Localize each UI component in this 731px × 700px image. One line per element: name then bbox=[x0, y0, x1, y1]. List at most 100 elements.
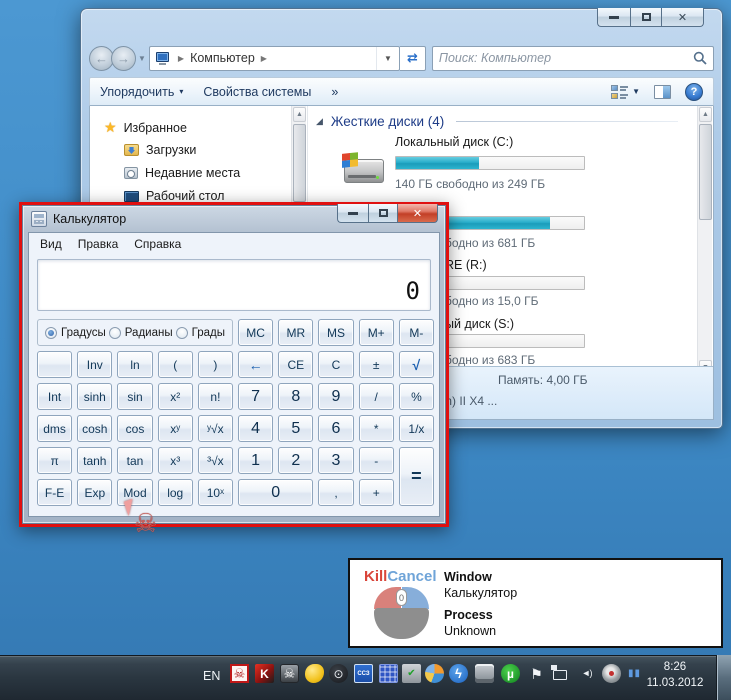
calc-key-mod[interactable]: Mod bbox=[117, 479, 153, 506]
drive-name[interactable]: RE (R:) bbox=[445, 258, 487, 272]
calc-key-add[interactable]: + bbox=[358, 479, 394, 506]
drive-c-icon[interactable] bbox=[342, 152, 386, 189]
breadcrumb-separator-icon[interactable]: ▶ bbox=[261, 54, 267, 63]
calc-key-mplus[interactable]: M+ bbox=[358, 319, 394, 346]
sidebar-item-desktop[interactable]: Рабочий стол bbox=[124, 189, 224, 203]
menu-help[interactable]: Справка bbox=[126, 235, 189, 253]
menu-edit[interactable]: Правка bbox=[70, 235, 127, 253]
address-dropdown-icon[interactable]: ▼ bbox=[376, 46, 399, 70]
sidebar-item-favorites[interactable]: ★ Избранное bbox=[104, 119, 187, 136]
calc-key-2[interactable]: 2 bbox=[278, 447, 314, 474]
cc3-tray-icon[interactable]: ССЗ bbox=[354, 664, 373, 683]
calc-key-reciprocal[interactable]: 1/x bbox=[398, 415, 434, 442]
radio-radians[interactable]: Радианы bbox=[108, 326, 173, 339]
content-scrollbar[interactable]: ▲ ▼ bbox=[697, 106, 712, 376]
breadcrumb[interactable]: Компьютер bbox=[190, 51, 255, 65]
calc-key-1[interactable]: 1 bbox=[238, 447, 274, 474]
calc-key-tenpow[interactable]: 10ˣ bbox=[197, 479, 233, 506]
calc-key-pi[interactable]: π bbox=[37, 447, 73, 474]
maximize-button[interactable] bbox=[368, 204, 397, 223]
calc-key-mminus[interactable]: M- bbox=[398, 319, 434, 346]
calc-key-sqrt[interactable]: √ bbox=[398, 351, 434, 378]
forward-button[interactable]: → bbox=[111, 45, 136, 71]
calc-key-4[interactable]: 4 bbox=[238, 415, 274, 442]
calc-key-subtract[interactable]: - bbox=[358, 447, 394, 474]
calc-key-c[interactable]: C bbox=[318, 351, 354, 378]
maximize-button[interactable] bbox=[630, 8, 661, 27]
menu-view[interactable]: Вид bbox=[32, 235, 70, 253]
sidebar-item-recent-places[interactable]: Недавние места bbox=[124, 166, 240, 180]
calc-key-7[interactable]: 7 bbox=[238, 383, 274, 410]
calc-key-divide[interactable]: / bbox=[358, 383, 394, 410]
toolbar-overflow-button[interactable]: » bbox=[321, 85, 348, 99]
lightning-tray-icon[interactable]: ϟ bbox=[449, 664, 468, 683]
system-properties-button[interactable]: Свойства системы bbox=[193, 85, 321, 99]
calc-key-mc[interactable]: MC bbox=[238, 319, 274, 346]
scroll-up-icon[interactable]: ▲ bbox=[293, 107, 306, 122]
calc-key-cos[interactable]: cos bbox=[117, 415, 153, 442]
calc-key-blank[interactable] bbox=[37, 351, 73, 378]
calc-key-dms[interactable]: dms bbox=[37, 415, 73, 442]
collapse-group-icon[interactable]: ◢ bbox=[316, 116, 323, 127]
calc-key-multiply[interactable]: * bbox=[358, 415, 394, 442]
radio-degrees[interactable]: Градусы bbox=[45, 326, 106, 339]
calc-key-exp[interactable]: Exp bbox=[77, 479, 113, 506]
calc-key-cosh[interactable]: cosh bbox=[77, 415, 113, 442]
volume-tray-icon[interactable]: ◄) bbox=[577, 664, 596, 683]
calc-key-9[interactable]: 9 bbox=[318, 383, 354, 410]
help-button[interactable]: ? bbox=[685, 82, 703, 101]
scroll-up-icon[interactable]: ▲ bbox=[699, 107, 712, 122]
calc-key-5[interactable]: 5 bbox=[278, 415, 314, 442]
show-desktop-button[interactable] bbox=[716, 655, 731, 700]
calc-key-open-paren[interactable]: ( bbox=[157, 351, 193, 378]
calc-key-tanh[interactable]: tanh bbox=[77, 447, 113, 474]
calc-key-tan[interactable]: tan bbox=[117, 447, 153, 474]
action-center-tray-icon[interactable]: ⚑ bbox=[527, 664, 546, 683]
calc-key-yroot[interactable]: ʸ√x bbox=[197, 415, 233, 442]
calc-key-negate[interactable]: ± bbox=[358, 351, 394, 378]
grid-app-tray-icon[interactable] bbox=[379, 664, 398, 683]
calc-key-cbrt[interactable]: ³√x bbox=[197, 447, 233, 474]
calc-key-equals[interactable]: = bbox=[398, 447, 434, 506]
calc-key-decimal[interactable]: , bbox=[318, 479, 354, 506]
calc-key-inv[interactable]: Inv bbox=[77, 351, 113, 378]
calc-key-factorial[interactable]: n! bbox=[197, 383, 233, 410]
refresh-button[interactable]: ⇄ bbox=[399, 45, 426, 71]
skull-app-tray-icon[interactable]: ☠ bbox=[280, 664, 299, 683]
recorder-tray-icon[interactable] bbox=[602, 664, 621, 683]
calc-key-sinh[interactable]: sinh bbox=[77, 383, 113, 410]
change-view-button[interactable]: ▼ bbox=[611, 84, 640, 99]
minimize-button[interactable] bbox=[597, 8, 630, 27]
input-device-tray-icon[interactable] bbox=[475, 664, 494, 683]
calc-key-int[interactable]: Int bbox=[37, 383, 73, 410]
recent-pages-chevron-icon[interactable]: ▼ bbox=[138, 54, 146, 63]
calc-key-ce[interactable]: CE bbox=[278, 351, 314, 378]
calc-key-0[interactable]: 0 bbox=[238, 479, 314, 506]
address-bar[interactable]: ▶ Компьютер ▶ ▼ bbox=[148, 45, 400, 71]
killcancel-tray-icon[interactable]: ☠ bbox=[230, 664, 249, 683]
steam-tray-icon[interactable]: ⊙ bbox=[329, 664, 348, 683]
calc-key-6[interactable]: 6 bbox=[318, 415, 354, 442]
language-indicator[interactable]: EN bbox=[203, 669, 220, 683]
group-header[interactable]: ◢ Жесткие диски (4) bbox=[316, 114, 679, 129]
calc-key-square[interactable]: x² bbox=[157, 383, 193, 410]
sidebar-item-downloads[interactable]: Загрузки bbox=[124, 143, 196, 157]
network-tray-icon[interactable] bbox=[550, 664, 569, 683]
radio-grads[interactable]: Грады bbox=[175, 326, 225, 339]
calc-key-backspace[interactable]: ← bbox=[238, 351, 274, 378]
calc-key-mr[interactable]: MR bbox=[278, 319, 314, 346]
calc-key-ln[interactable]: ln bbox=[117, 351, 153, 378]
calc-key-close-paren[interactable]: ) bbox=[197, 351, 233, 378]
calc-key-3[interactable]: 3 bbox=[318, 447, 354, 474]
calc-key-sin[interactable]: sin bbox=[117, 383, 153, 410]
utorrent-tray-icon[interactable]: µ bbox=[501, 664, 520, 683]
organize-menu[interactable]: Упорядочить ▾ bbox=[90, 85, 193, 99]
preview-pane-button[interactable] bbox=[654, 84, 671, 99]
calc-key-cube[interactable]: x³ bbox=[157, 447, 193, 474]
close-button[interactable]: ✕ bbox=[397, 204, 438, 223]
calc-key-percent[interactable]: % bbox=[398, 383, 434, 410]
search-input[interactable]: Поиск: Компьютер bbox=[431, 45, 714, 71]
calc-key-pow[interactable]: xʸ bbox=[157, 415, 193, 442]
usb-tray-icon[interactable]: ✔ bbox=[402, 664, 421, 683]
calc-key-ms[interactable]: MS bbox=[318, 319, 354, 346]
